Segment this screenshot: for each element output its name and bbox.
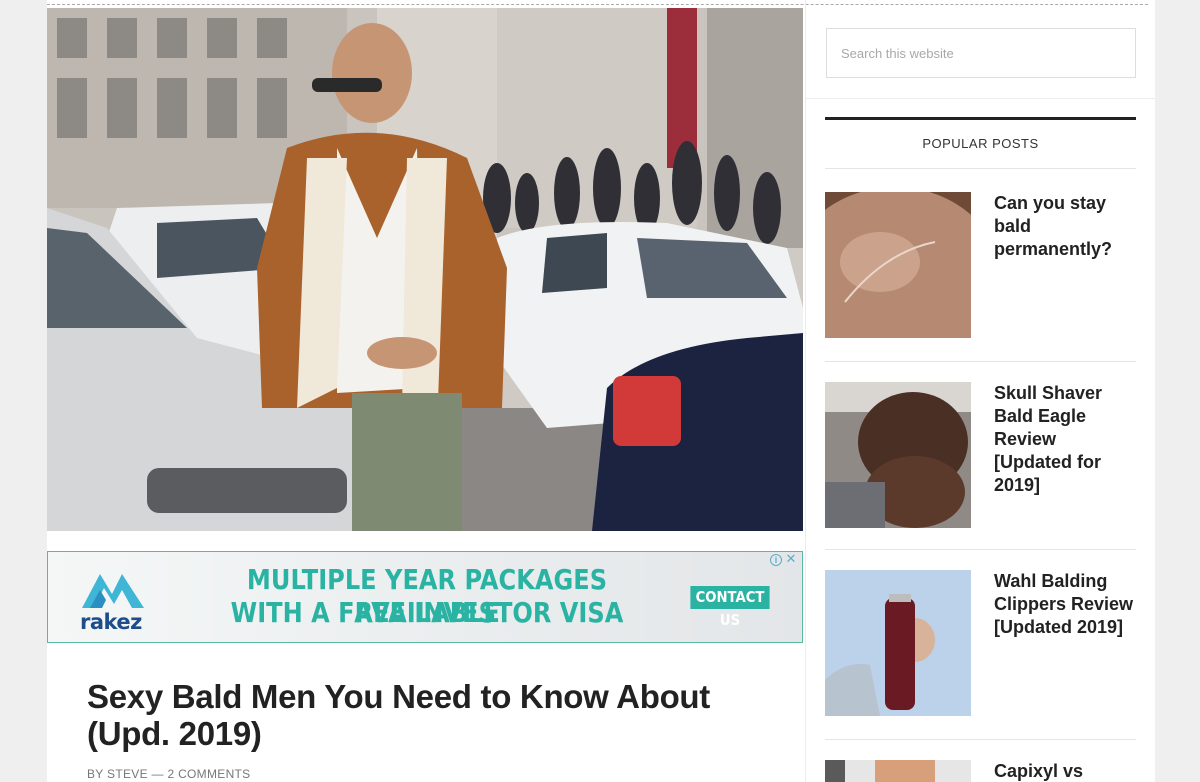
popular-post-title[interactable]: Can you stay bald permanently? [994, 192, 1136, 261]
popular-post-title[interactable]: Wahl Balding Clippers Review [Updated 20… [994, 570, 1136, 639]
comments-link[interactable]: 2 COMMENTS [167, 767, 250, 781]
widget-title-divider [825, 168, 1136, 169]
popular-posts-title: POPULAR POSTS [922, 136, 1039, 151]
post-title: Sexy Bald Men You Need to Know About (Up… [87, 678, 710, 752]
popular-post-thumbnail[interactable] [825, 570, 971, 716]
post-meta-separator: — [147, 767, 168, 781]
ad-banner[interactable]: rakez MULTIPLE YEAR PACKAGES AVAILABLE W… [47, 551, 803, 643]
popular-post-divider [825, 549, 1136, 550]
ad-close-icon[interactable]: ✕ [784, 552, 798, 566]
popular-post-divider [825, 361, 1136, 362]
featured-image [47, 8, 803, 531]
popular-post-thumbnail[interactable] [825, 192, 971, 338]
ad-contact-button[interactable]: CONTACT US [690, 586, 770, 629]
ad-headline-line2: WITH A FREE INVESTOR VISA [230, 596, 624, 629]
widget-top-border [825, 117, 1136, 120]
author-link[interactable]: STEVE [107, 767, 148, 781]
post-meta-by: BY [87, 767, 108, 781]
ad-info-icon[interactable]: i [770, 554, 782, 566]
ad-brand-text: rakez [80, 610, 142, 634]
popular-post-thumbnail[interactable] [825, 382, 971, 528]
popular-post-divider [825, 739, 1136, 740]
search-input[interactable] [826, 28, 1136, 78]
column-divider [805, 0, 806, 782]
popular-post-title[interactable]: Capixyl vs [994, 760, 1136, 782]
top-divider [47, 4, 1148, 5]
popular-post-title[interactable]: Skull Shaver Bald Eagle Review [Updated … [994, 382, 1136, 497]
post-meta: BY STEVE — 2 COMMENTS [87, 767, 250, 781]
popular-post-thumbnail[interactable] [825, 760, 971, 782]
sidebar-divider [805, 98, 1155, 99]
